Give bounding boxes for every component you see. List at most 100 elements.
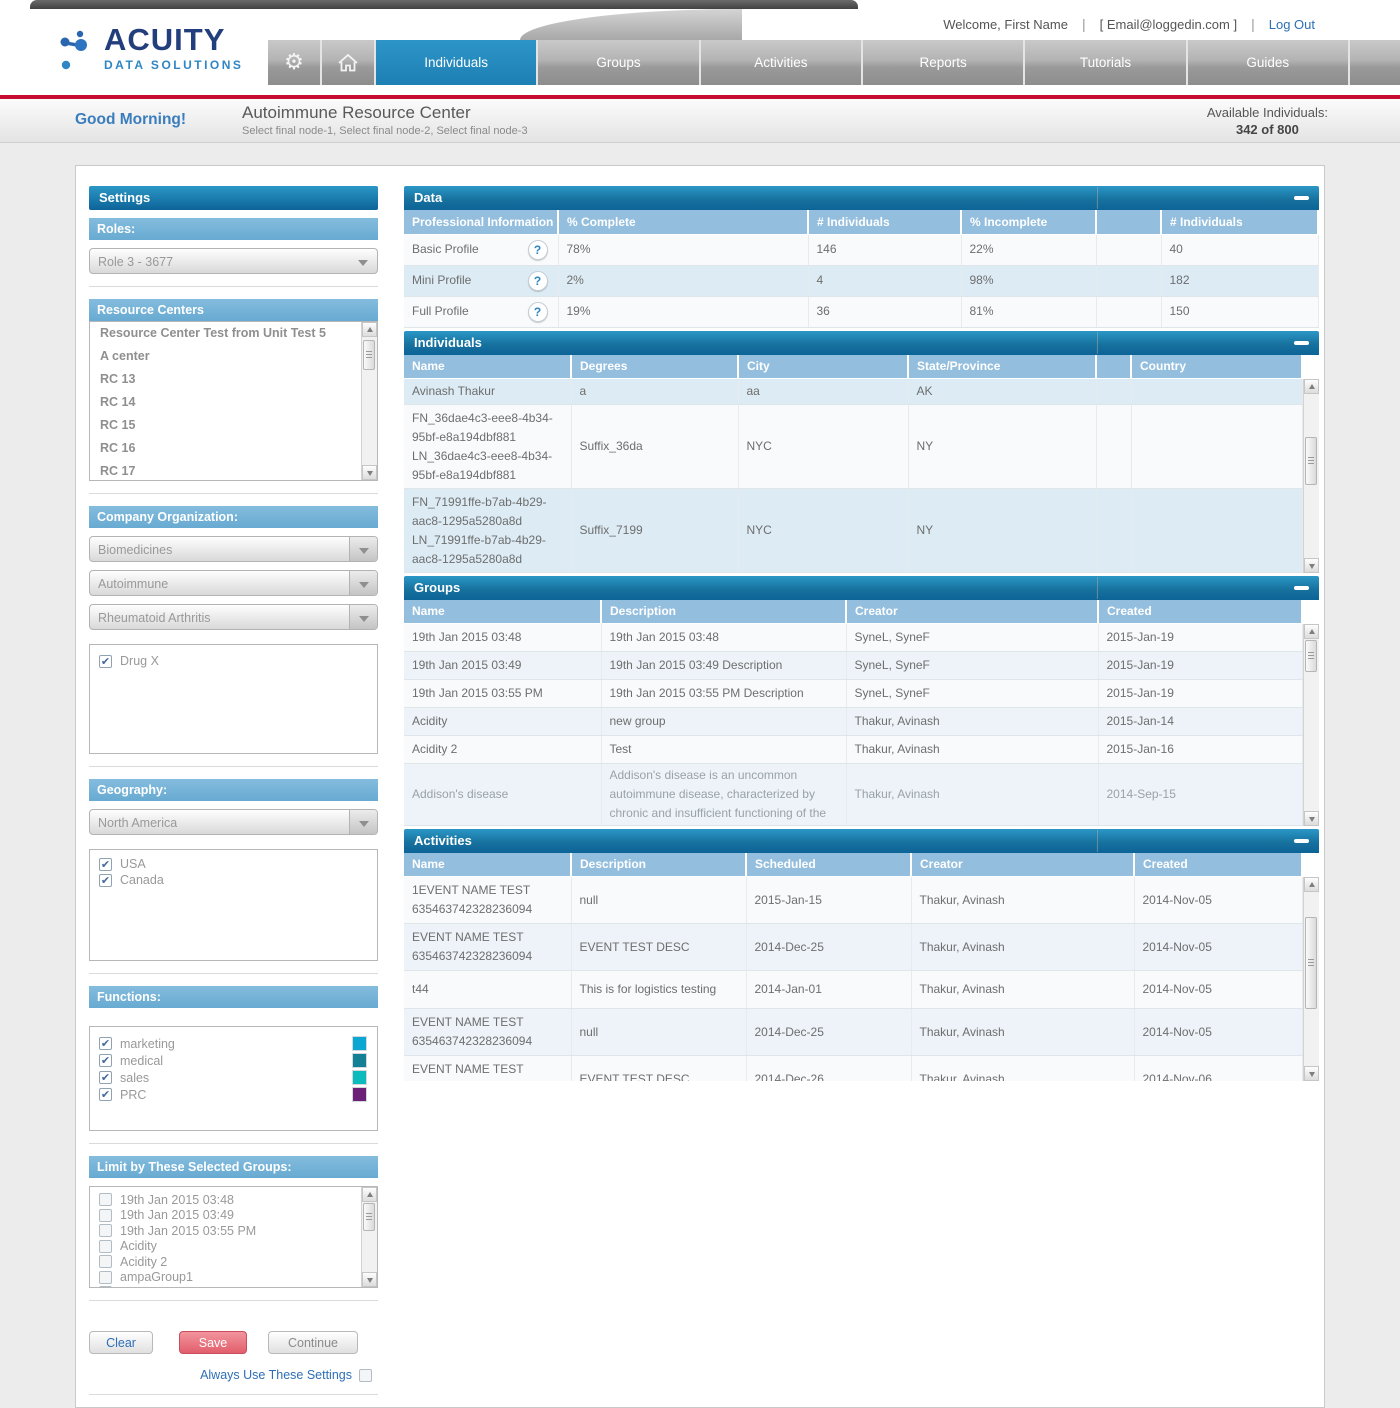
scrollbar[interactable]: [361, 322, 377, 480]
scroll-up-button[interactable]: [1304, 877, 1319, 892]
checkbox[interactable]: [99, 1286, 112, 1288]
collapse-button[interactable]: [1294, 341, 1309, 345]
scrollbar[interactable]: [1303, 624, 1319, 826]
list-item[interactable]: Resource Center Test from Unit Test 5: [90, 322, 377, 345]
roles-dropdown[interactable]: Role 3 - 3677: [89, 248, 378, 274]
list-item[interactable]: A center: [90, 345, 377, 368]
checkbox[interactable]: ✔: [99, 858, 112, 871]
table-row[interactable]: Addison's diseaseAddison's disease is an…: [404, 764, 1302, 826]
logout-link[interactable]: Log Out: [1269, 17, 1315, 32]
checkbox-list-item[interactable]: Cancer: [90, 1285, 377, 1288]
table-row[interactable]: FN_71991ffe-b7ab-4b29-aac8-1295a5280a8d …: [404, 489, 1302, 573]
checkbox-list-item[interactable]: ✔medical: [90, 1052, 377, 1069]
scroll-down-button[interactable]: [1304, 558, 1319, 573]
nav-tab-tutorials[interactable]: Tutorials: [1023, 40, 1185, 85]
home-tab[interactable]: [320, 40, 374, 85]
scroll-down-button[interactable]: [1304, 1066, 1319, 1081]
checkbox-list-item[interactable]: ✔Canada: [90, 872, 377, 888]
scroll-up-button[interactable]: [1304, 379, 1319, 394]
scroll-down-button[interactable]: [1304, 811, 1319, 826]
scroll-up-button[interactable]: [1304, 624, 1319, 639]
checkbox-list-item[interactable]: 19th Jan 2015 03:55 PM: [90, 1223, 377, 1239]
checkbox[interactable]: [99, 1271, 112, 1284]
table-row[interactable]: t44This is for logistics testing2014-Jan…: [404, 971, 1302, 1009]
checkbox-list-item[interactable]: ampaGroup1: [90, 1270, 377, 1286]
checkbox-list-item[interactable]: ✔PRC: [90, 1086, 377, 1103]
scroll-thumb[interactable]: [1305, 437, 1317, 485]
scroll-up-button[interactable]: [362, 322, 377, 337]
continue-button[interactable]: Continue: [268, 1331, 358, 1354]
checkbox-list-item[interactable]: Acidity: [90, 1239, 377, 1255]
checkbox[interactable]: [99, 1240, 112, 1253]
company-dropdown-area[interactable]: Autoimmune: [89, 570, 378, 596]
nav-tab-guides[interactable]: Guides: [1186, 40, 1348, 85]
checkbox[interactable]: [99, 1255, 112, 1268]
collapse-button[interactable]: [1294, 586, 1309, 590]
scrollbar[interactable]: [1303, 379, 1319, 573]
company-dropdown-indication[interactable]: Rheumatoid Arthritis: [89, 604, 378, 630]
scrollbar[interactable]: [1303, 877, 1319, 1081]
help-icon[interactable]: ?: [528, 302, 548, 322]
settings-gear-tab[interactable]: ⚙: [268, 40, 320, 85]
geography-dropdown[interactable]: North America: [89, 809, 378, 835]
nav-tab-individuals[interactable]: Individuals: [374, 40, 536, 85]
checkbox[interactable]: ✔: [99, 1037, 112, 1050]
checkbox[interactable]: [99, 1209, 112, 1222]
checkbox-list-item[interactable]: Acidity 2: [90, 1254, 377, 1270]
clear-button[interactable]: Clear: [89, 1331, 153, 1354]
checkbox[interactable]: ✔: [99, 1071, 112, 1084]
checkbox-list-item[interactable]: 19th Jan 2015 03:49: [90, 1208, 377, 1224]
table-row[interactable]: ?Basic Profile78%14622%40: [404, 234, 1318, 265]
scroll-thumb[interactable]: [1305, 917, 1317, 1009]
collapse-button[interactable]: [1294, 839, 1309, 843]
scroll-down-button[interactable]: [362, 1272, 377, 1287]
checkbox[interactable]: [99, 1193, 112, 1206]
scrollbar[interactable]: [361, 1187, 377, 1287]
checkbox-list-item[interactable]: ✔Drug X: [90, 653, 377, 669]
checkbox[interactable]: [99, 1224, 112, 1237]
list-item[interactable]: RC 17: [90, 460, 377, 481]
help-icon[interactable]: ?: [528, 240, 548, 260]
scroll-up-button[interactable]: [362, 1187, 377, 1202]
table-row[interactable]: 19th Jan 2015 03:4919th Jan 2015 03:49 D…: [404, 652, 1302, 680]
brand-logo[interactable]: ACUITY DATA SOLUTIONS: [58, 24, 243, 74]
table-row[interactable]: ?Full Profile19%3681%150: [404, 296, 1318, 327]
checkbox-list-item[interactable]: ✔USA: [90, 856, 377, 872]
scroll-down-button[interactable]: [362, 465, 377, 480]
table-row[interactable]: Avinash ThakuraaaAK: [404, 379, 1302, 405]
collapse-button[interactable]: [1294, 196, 1309, 200]
list-item[interactable]: RC 16: [90, 437, 377, 460]
table-cell: [1131, 379, 1302, 405]
checkbox[interactable]: ✔: [99, 1088, 112, 1101]
table-row[interactable]: EVENT NAME TEST 635463742328236094EVENT …: [404, 1056, 1302, 1081]
scroll-thumb[interactable]: [363, 1203, 375, 1231]
table-row[interactable]: Aciditynew groupThakur, Avinash2015-Jan-…: [404, 708, 1302, 736]
list-item[interactable]: RC 14: [90, 391, 377, 414]
table-row[interactable]: EVENT NAME TEST 635463742328236094null20…: [404, 1009, 1302, 1056]
checkbox[interactable]: ✔: [99, 874, 112, 887]
checkbox[interactable]: ✔: [99, 1054, 112, 1067]
nav-tab-groups[interactable]: Groups: [536, 40, 698, 85]
table-row[interactable]: ?Mini Profile2%498%182: [404, 265, 1318, 296]
checkbox-list-item[interactable]: ✔sales: [90, 1069, 377, 1086]
table-row[interactable]: 19th Jan 2015 03:55 PM19th Jan 2015 03:5…: [404, 680, 1302, 708]
scroll-thumb[interactable]: [1305, 640, 1317, 672]
checkbox-list-item[interactable]: ✔marketing: [90, 1035, 377, 1052]
checkbox-list-item[interactable]: 19th Jan 2015 03:48: [90, 1192, 377, 1208]
checkbox[interactable]: ✔: [99, 655, 112, 668]
always-use-settings-checkbox[interactable]: [359, 1369, 372, 1382]
list-item[interactable]: RC 15: [90, 414, 377, 437]
company-dropdown-division[interactable]: Biomedicines: [89, 536, 378, 562]
scroll-thumb[interactable]: [363, 340, 375, 370]
table-row[interactable]: Acidity 2TestThakur, Avinash2015-Jan-16: [404, 736, 1302, 764]
table-row[interactable]: 1EVENT NAME TEST 635463742328236094null2…: [404, 877, 1302, 924]
table-row[interactable]: FN_36dae4c3-eee8-4b34-95bf-e8a194dbf881 …: [404, 405, 1302, 489]
help-icon[interactable]: ?: [528, 271, 548, 291]
nav-tab-activities[interactable]: Activities: [699, 40, 861, 85]
save-button[interactable]: Save: [179, 1331, 247, 1354]
table-row[interactable]: EVENT NAME TEST 635463742328236094EVENT …: [404, 924, 1302, 971]
table-row[interactable]: 19th Jan 2015 03:4819th Jan 2015 03:48Sy…: [404, 624, 1302, 652]
column-header: Professional Information: [404, 210, 558, 234]
nav-tab-reports[interactable]: Reports: [861, 40, 1023, 85]
list-item[interactable]: RC 13: [90, 368, 377, 391]
